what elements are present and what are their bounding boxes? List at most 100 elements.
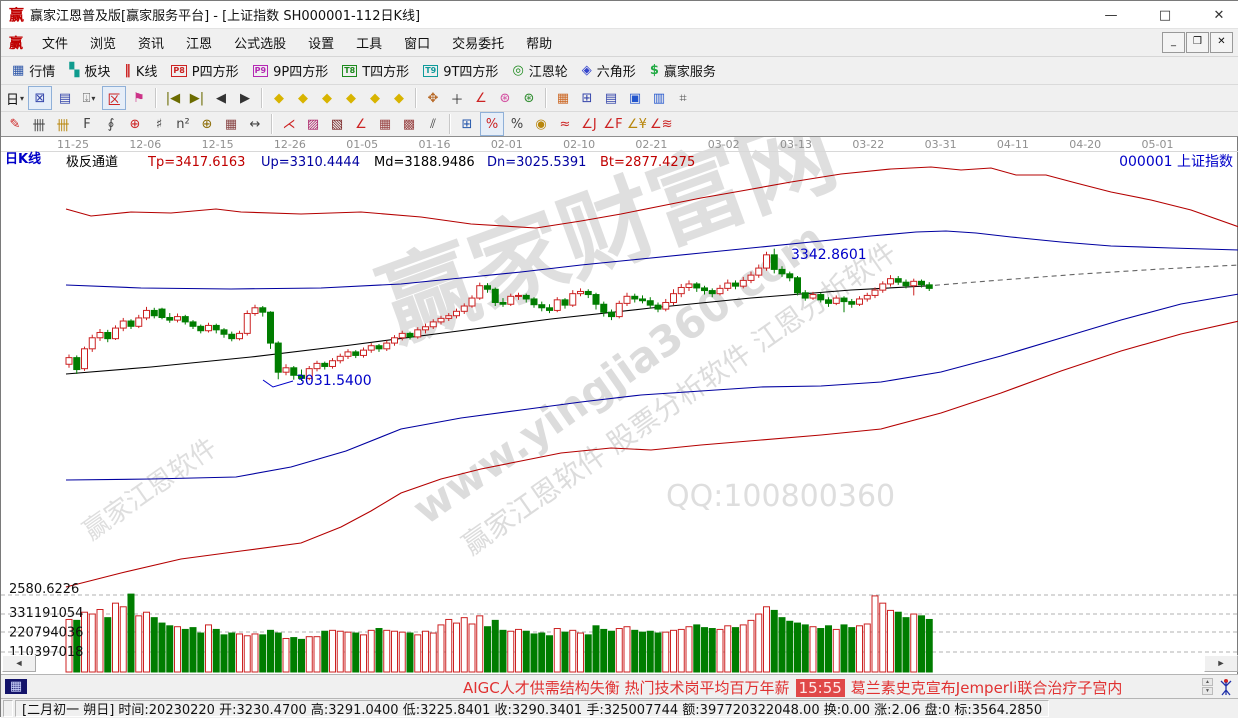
toolbar-button-gann-wheel[interactable]: ◎江恩轮 [505, 59, 574, 82]
candle-body[interactable] [756, 268, 762, 275]
candle-body[interactable] [198, 326, 204, 330]
tool-expand-horizontal[interactable]: ◆ [316, 87, 338, 109]
candle-body[interactable] [361, 350, 367, 355]
tool-workstation[interactable]: ⌗ [672, 87, 694, 109]
tool-trend-angle[interactable]: ∠ [350, 113, 372, 135]
toolbar-button-p-square[interactable]: P8P四方形 [164, 59, 245, 82]
candle-body[interactable] [97, 332, 103, 337]
candle-body[interactable] [190, 322, 196, 326]
candle-body[interactable] [151, 310, 157, 315]
tool-data-export[interactable]: ▥ [648, 87, 670, 109]
maximize-button[interactable]: □ [1155, 8, 1175, 23]
tool-gann-tool[interactable]: 区 [102, 86, 126, 110]
tool-n-square[interactable]: n² [172, 113, 194, 135]
candle-body[interactable] [523, 295, 529, 299]
tool-flag-marker[interactable]: ⚑ [128, 87, 150, 109]
candle-body[interactable] [640, 299, 646, 301]
tool-box-fan[interactable]: ▨ [302, 113, 324, 135]
tool-grid-box[interactable]: ▦ [374, 113, 396, 135]
tool-notebook[interactable]: ▤ [600, 87, 622, 109]
scroll-right-button[interactable]: ► [1204, 655, 1238, 672]
candle-body[interactable] [740, 280, 746, 286]
candle-body[interactable] [113, 328, 119, 339]
toolbar-button-9t-square[interactable]: T99T四方形 [416, 59, 505, 82]
tool-calendar[interactable]: ▦ [552, 87, 574, 109]
menu-item-6[interactable]: 设置 [297, 30, 345, 55]
candle-body[interactable] [159, 309, 165, 317]
toolbar-button-sectors[interactable]: ▚板块 [62, 59, 117, 82]
candle-body[interactable] [120, 321, 126, 328]
candle-body[interactable] [903, 282, 909, 286]
tool-shift-right[interactable]: ◆ [292, 87, 314, 109]
tool-period-day[interactable]: 日▾ [4, 87, 26, 109]
mdi-minimize-button[interactable]: _ [1162, 32, 1185, 53]
menu-item-3[interactable]: 资讯 [127, 30, 175, 55]
candle-body[interactable] [66, 358, 72, 365]
tool-wave-tool[interactable]: ≈ [554, 113, 576, 135]
candle-body[interactable] [508, 296, 514, 304]
tool-expand-all[interactable]: ◆ [388, 87, 410, 109]
candle-body[interactable] [454, 311, 460, 315]
candle-body[interactable] [663, 302, 669, 309]
tool-angle-multi[interactable]: ∠≋ [650, 113, 673, 135]
candle-body[interactable] [275, 343, 281, 372]
candle-body[interactable] [593, 295, 599, 305]
candle-body[interactable] [74, 358, 80, 370]
tool-compress-bars[interactable]: ◆ [340, 87, 362, 109]
candle-body[interactable] [895, 279, 901, 283]
candle-body[interactable] [175, 317, 181, 321]
tool-shift-left[interactable]: ◆ [268, 87, 290, 109]
menu-item-9[interactable]: 交易委托 [441, 30, 515, 55]
candle-body[interactable] [748, 275, 754, 280]
candle-body[interactable] [833, 298, 839, 303]
candle-body[interactable] [678, 287, 684, 293]
candle-body[interactable] [376, 346, 382, 349]
candle-body[interactable] [585, 291, 591, 294]
tool-calculator[interactable]: ⊞ [576, 87, 598, 109]
tool-fan-lines[interactable]: ⋌ [278, 113, 300, 135]
candle-body[interactable] [399, 333, 405, 337]
toolbar-button-9p-square[interactable]: P99P四方形 [246, 59, 336, 82]
candle-body[interactable] [655, 305, 661, 309]
tool-golden-section[interactable]: 卌 [52, 113, 74, 135]
tool-angle-gold[interactable]: ∠¥ [626, 113, 648, 135]
candle-body[interactable] [384, 343, 390, 349]
candle-body[interactable] [554, 300, 560, 311]
candle-body[interactable] [353, 352, 359, 356]
candle-body[interactable] [144, 310, 150, 318]
candle-body[interactable] [880, 284, 886, 290]
candle-body[interactable] [647, 301, 653, 305]
candle-body[interactable] [872, 290, 878, 295]
menu-item-8[interactable]: 窗口 [393, 30, 441, 55]
candle-body[interactable] [430, 322, 436, 327]
candle-body[interactable] [616, 303, 622, 316]
candle-body[interactable] [632, 296, 638, 299]
tool-fibonacci-section[interactable]: F [76, 113, 98, 135]
toolbar-button-hexagon[interactable]: ◈六角形 [575, 59, 643, 82]
candle-body[interactable] [787, 274, 793, 278]
minimize-button[interactable]: — [1101, 8, 1121, 23]
candle-body[interactable] [477, 286, 483, 298]
candle-body[interactable] [492, 289, 498, 302]
candle-body[interactable] [237, 333, 243, 338]
candle-body[interactable] [213, 325, 219, 329]
candle-body[interactable] [128, 321, 134, 326]
candle-body[interactable] [206, 325, 212, 330]
candle-body[interactable] [926, 285, 932, 289]
mdi-close-button[interactable]: ✕ [1210, 32, 1233, 53]
candle-body[interactable] [624, 296, 630, 303]
candle-body[interactable] [709, 291, 715, 294]
candle-body[interactable] [268, 312, 274, 343]
candle-body[interactable] [864, 295, 870, 299]
candle-body[interactable] [539, 305, 545, 308]
candle-body[interactable] [182, 317, 188, 322]
tool-flower-pink[interactable]: ⊛ [494, 87, 516, 109]
candle-body[interactable] [461, 306, 467, 311]
tool-draw-pen[interactable]: ✎ [4, 113, 26, 135]
tool-last-bar[interactable]: ▶| [186, 87, 208, 109]
candle-body[interactable] [252, 308, 258, 314]
candle-body[interactable] [423, 327, 429, 330]
candle-body[interactable] [547, 308, 553, 311]
tool-angle-measure[interactable]: ∠ [470, 87, 492, 109]
tool-crosshair[interactable]: ＋ [446, 87, 468, 109]
